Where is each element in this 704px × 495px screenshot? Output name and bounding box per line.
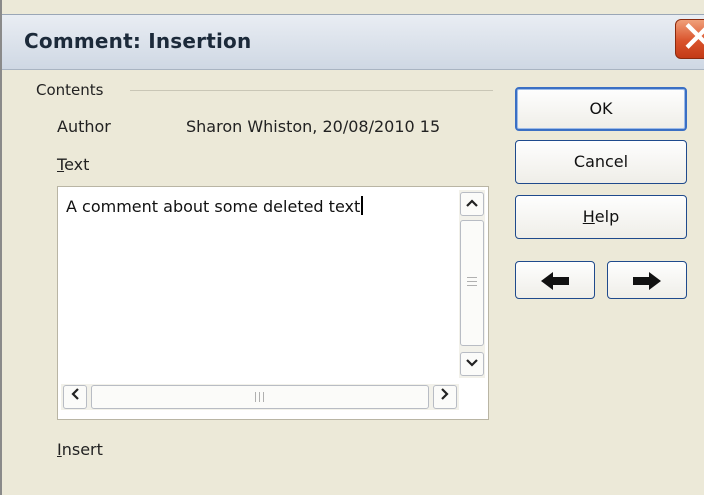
insert-label-rest: nsert: [61, 440, 103, 459]
thumb-grip: [255, 392, 264, 402]
scroll-right-button[interactable]: [433, 385, 457, 409]
comment-dialog: Comment: Insertion ✕ Contents Author Sha…: [0, 0, 704, 495]
comment-text: A comment about some deleted text: [66, 196, 364, 216]
text-label-rest: ext: [64, 155, 90, 174]
contents-group-label: Contents: [36, 81, 110, 99]
vertical-scroll-thumb[interactable]: [460, 220, 484, 346]
arrow-left-icon: [541, 272, 569, 290]
chevron-left-icon: [71, 388, 79, 400]
scroll-up-button[interactable]: [460, 192, 484, 216]
text-label-mnemonic: T: [57, 155, 65, 174]
horizontal-scrollbar[interactable]: [61, 384, 459, 410]
author-label: Author: [57, 117, 111, 136]
arrow-right-icon: [633, 272, 661, 290]
help-button[interactable]: Help: [515, 195, 687, 239]
dialog-title: Comment: Insertion: [24, 29, 252, 53]
chevron-up-icon: [466, 199, 478, 207]
close-button[interactable]: ✕: [675, 14, 704, 62]
next-comment-button[interactable]: [607, 261, 687, 299]
help-mnemonic: H: [582, 207, 595, 226]
comment-textarea[interactable]: A comment about some deleted text: [57, 186, 489, 420]
group-divider: [130, 90, 493, 91]
previous-comment-button[interactable]: [515, 261, 595, 299]
title-bar: Comment: Insertion ✕: [2, 14, 704, 70]
horizontal-scroll-thumb[interactable]: [91, 385, 429, 409]
close-icon: ✕: [680, 14, 704, 62]
help-label-rest: elp: [594, 207, 620, 226]
chevron-right-icon: [441, 388, 449, 400]
text-caret: [361, 196, 364, 215]
ok-button[interactable]: OK: [515, 87, 687, 131]
chevron-down-icon: [466, 359, 478, 367]
insert-label: Insert: [57, 440, 103, 459]
thumb-grip: [467, 277, 477, 286]
scroll-left-button[interactable]: [63, 385, 87, 409]
comment-text-value: A comment about some deleted text: [66, 197, 361, 216]
text-label: Text: [57, 155, 89, 174]
scroll-down-button[interactable]: [460, 352, 484, 376]
author-value: Sharon Whiston, 20/08/2010 15: [186, 117, 441, 136]
vertical-scrollbar[interactable]: [459, 190, 485, 378]
cancel-button[interactable]: Cancel: [515, 140, 687, 184]
